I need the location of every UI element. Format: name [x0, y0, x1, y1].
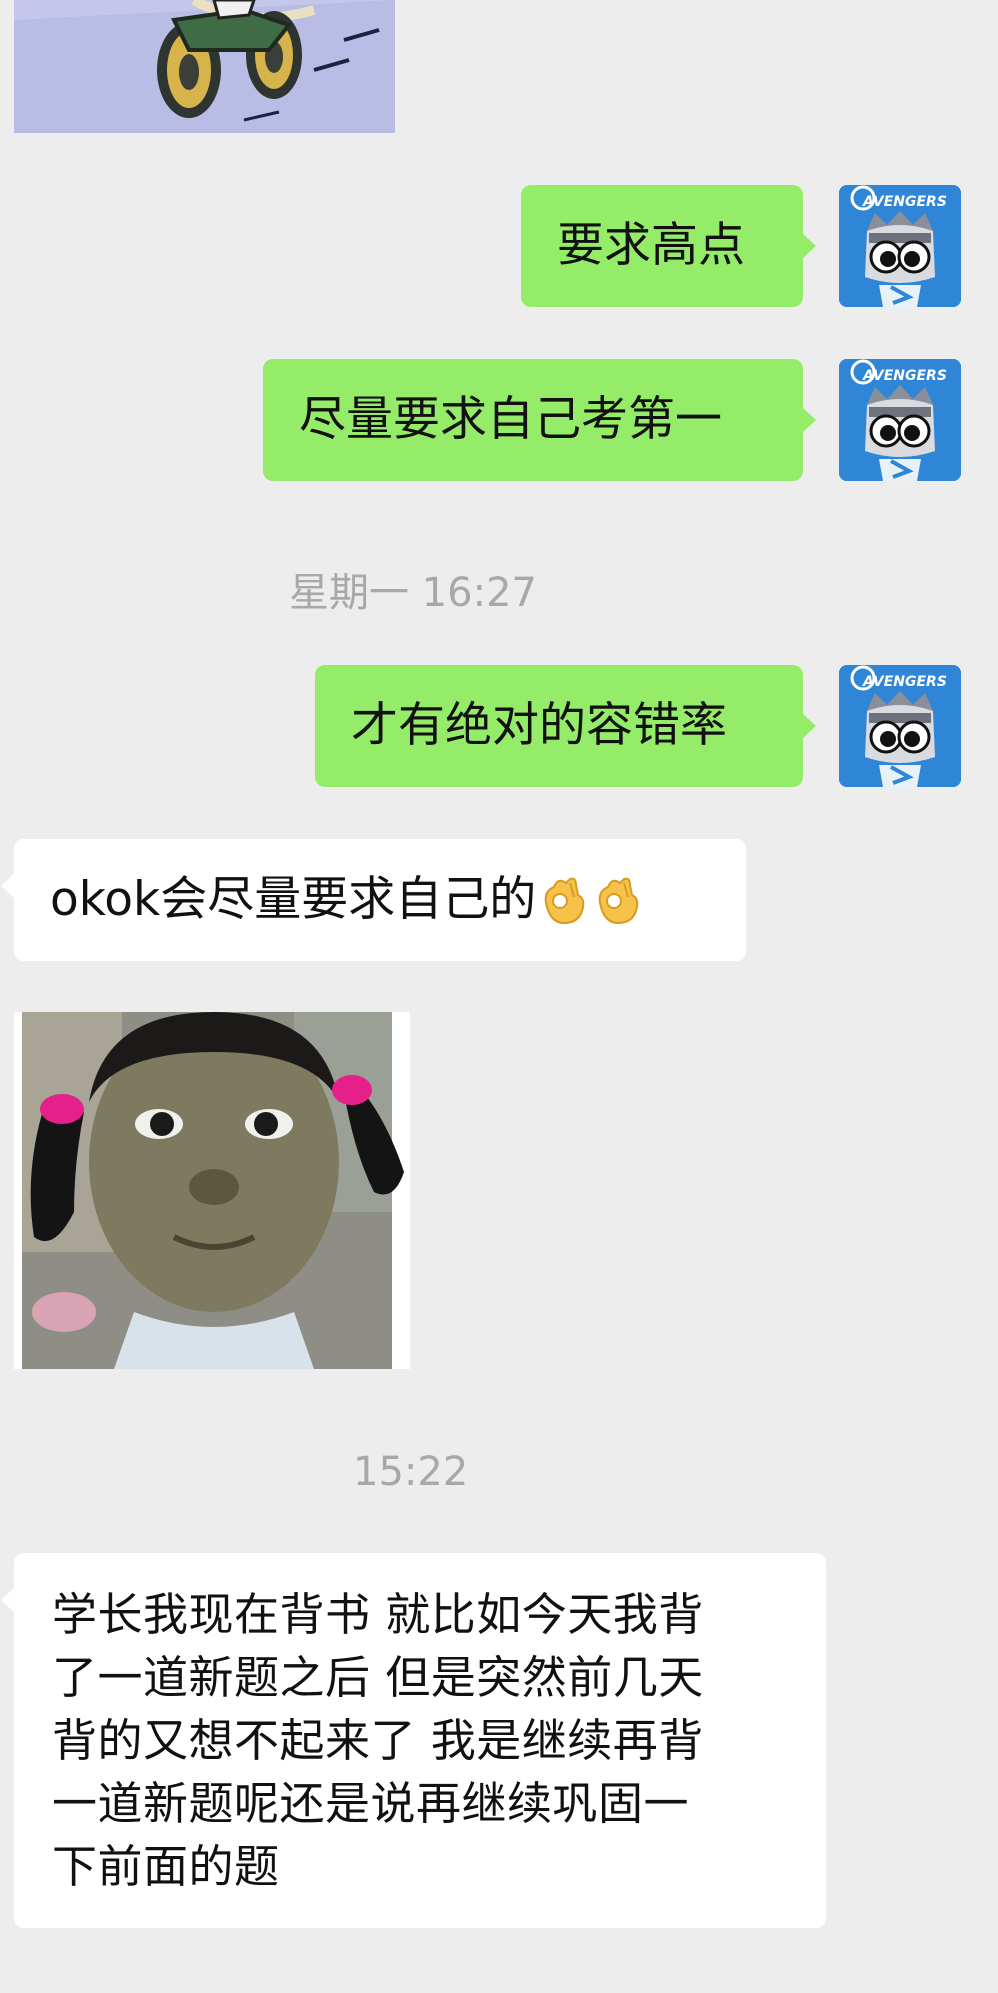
avengers-cartoon-icon: AVENGERS	[839, 185, 961, 307]
message-content: okok会尽量要求自己的	[50, 839, 746, 961]
outgoing-message-3[interactable]: 才有绝对的容错率	[315, 665, 816, 787]
message-text: 要求高点	[557, 218, 745, 273]
message-text-line: 了一道新题之后 但是突然前几天	[52, 1651, 704, 1704]
outgoing-message-2[interactable]: 尽量要求自己考第一	[263, 359, 816, 481]
outgoing-message-1[interactable]: 要求高点	[521, 185, 816, 307]
message-text: 才有绝对的容错率	[351, 698, 727, 753]
timestamp: 15:22	[353, 1449, 469, 1495]
user-avatar[interactable]: AVENGERS	[839, 185, 961, 307]
chat-window: 要求高点 AVENGERS 尽量要求自己考第一 AVENGERS 星期一 16:…	[0, 0, 998, 1993]
avengers-cartoon-icon: AVENGERS	[839, 359, 961, 481]
message-text-line: 学长我现在背书 就比如今天我背	[52, 1588, 704, 1641]
timestamp: 星期一 16:27	[289, 570, 537, 616]
message-text-line: 下前面的题	[52, 1840, 280, 1893]
child-sticker-image[interactable]	[14, 1012, 410, 1369]
message-text: okok会尽量要求自己的	[50, 872, 537, 927]
avengers-cartoon-icon: AVENGERS	[839, 665, 961, 787]
user-avatar[interactable]: AVENGERS	[839, 665, 961, 787]
user-avatar[interactable]: AVENGERS	[839, 359, 961, 481]
incoming-message-1[interactable]: okok会尽量要求自己的	[1, 839, 746, 961]
message-text-line: 背的又想不起来了 我是继续再背	[52, 1714, 704, 1767]
incoming-message-2[interactable]: 学长我现在背书 就比如今天我背 了一道新题之后 但是突然前几天 背的又想不起来了…	[1, 1553, 826, 1928]
ok-hand-icon	[544, 877, 585, 925]
message-text-line: 一道新题呢还是说再继续巩固一	[52, 1777, 690, 1830]
tricycle-cartoon-image[interactable]	[14, 0, 395, 133]
message-text: 尽量要求自己考第一	[299, 392, 722, 447]
ok-hand-icon	[598, 877, 639, 925]
